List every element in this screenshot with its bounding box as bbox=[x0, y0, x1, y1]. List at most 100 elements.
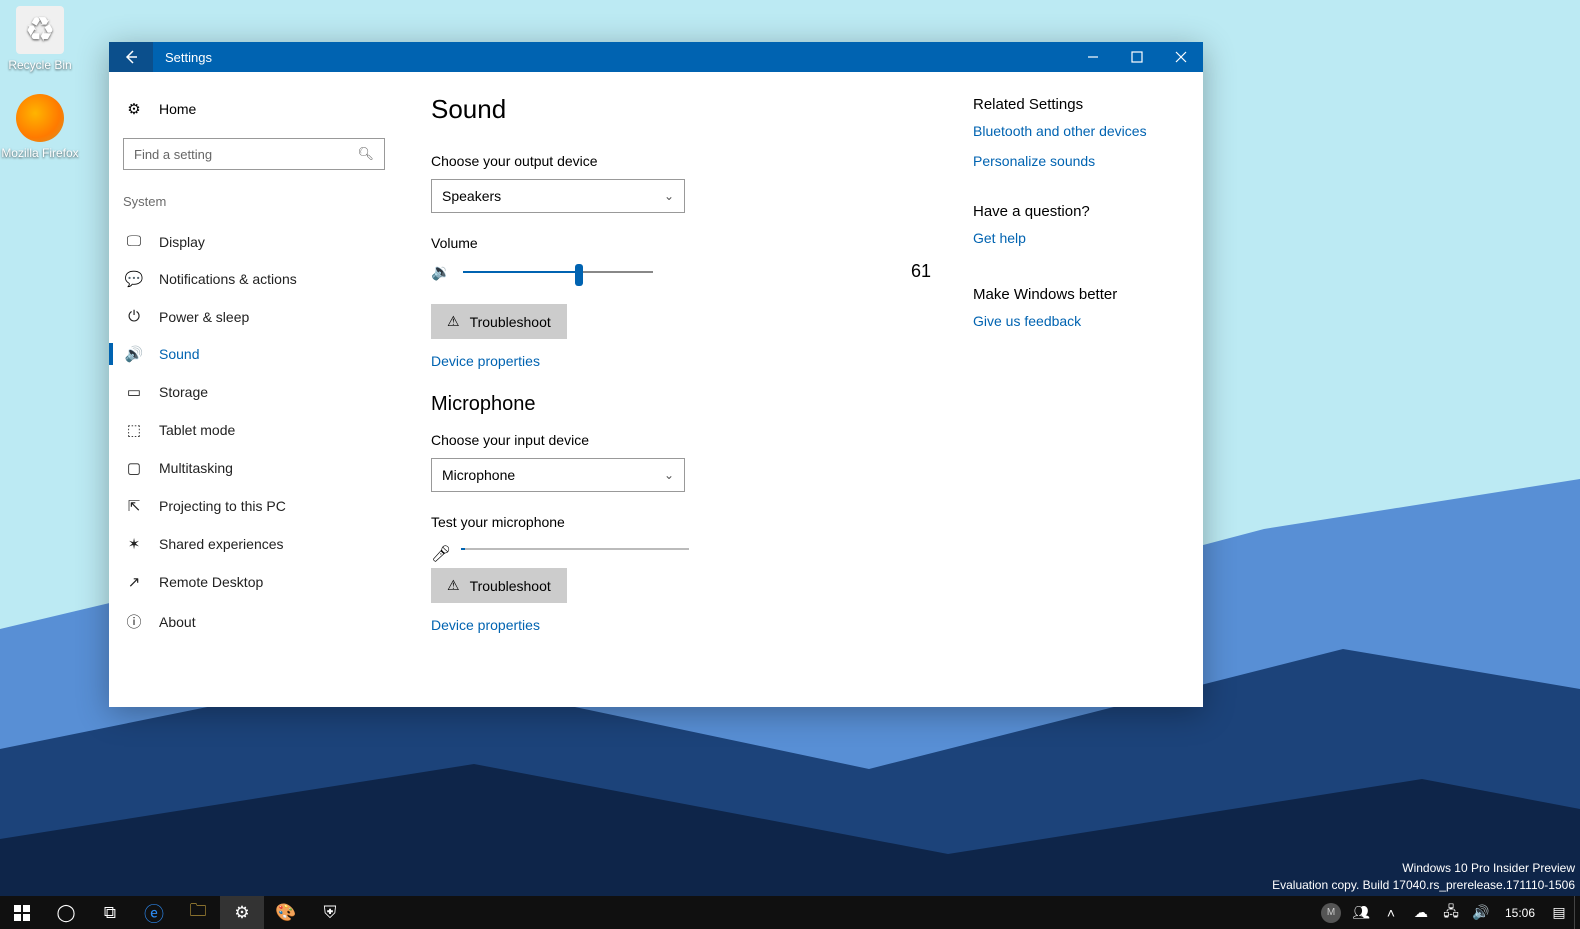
tray-volume[interactable]: 🔊 bbox=[1466, 896, 1496, 929]
taskbar-clock[interactable]: 15:06 bbox=[1496, 906, 1544, 920]
sidebar-item-label: Tablet mode bbox=[159, 422, 235, 438]
sidebar-home[interactable]: ⚙ Home bbox=[121, 94, 387, 132]
button-label: Troubleshoot bbox=[470, 314, 551, 330]
sidebar-item-about[interactable]: ⓘ About bbox=[121, 601, 387, 642]
desktop-icon-firefox[interactable]: Mozilla Firefox bbox=[0, 94, 80, 160]
input-troubleshoot-button[interactable]: ⚠ Troubleshoot bbox=[431, 568, 567, 603]
related-settings-heading: Related Settings bbox=[973, 96, 1171, 113]
back-button[interactable] bbox=[109, 42, 153, 72]
projecting-icon: ⇱ bbox=[125, 497, 143, 515]
settings-window: Settings ⚙ Home Find a setting 🔍︎ System… bbox=[109, 42, 1203, 707]
slider-thumb[interactable] bbox=[575, 264, 583, 286]
storage-icon: ▭ bbox=[125, 383, 143, 401]
sidebar-item-multitasking[interactable]: ▢ Multitasking bbox=[121, 449, 387, 487]
volume-value: 61 bbox=[911, 261, 951, 282]
start-button[interactable] bbox=[0, 896, 44, 929]
minimize-button[interactable] bbox=[1071, 42, 1115, 72]
sidebar-item-display[interactable]: 🖵 Display bbox=[121, 223, 387, 260]
edge-icon: ⓔ bbox=[144, 898, 164, 927]
window-titlebar[interactable]: Settings bbox=[109, 42, 1203, 72]
chevron-down-icon: ⌄ bbox=[664, 189, 674, 203]
taskbar-people[interactable]: 👥︎ bbox=[1346, 896, 1376, 929]
sidebar-home-label: Home bbox=[159, 101, 196, 117]
windows-icon bbox=[14, 905, 30, 921]
tray-network[interactable]: 🖧 bbox=[1436, 896, 1466, 929]
slider-fill bbox=[463, 271, 579, 273]
taskbar-app-explorer[interactable]: 🗀 bbox=[176, 896, 220, 929]
shield-icon: ⛨ bbox=[324, 903, 337, 923]
sidebar-item-projecting[interactable]: ⇱ Projecting to this PC bbox=[121, 487, 387, 525]
task-view-button[interactable]: ⧉ bbox=[88, 896, 132, 929]
output-troubleshoot-button[interactable]: ⚠ Troubleshoot bbox=[431, 304, 567, 339]
page-title: Sound bbox=[431, 94, 951, 125]
sidebar-item-tablet-mode[interactable]: ⬚ Tablet mode bbox=[121, 411, 387, 449]
settings-content: Sound Choose your output device Speakers… bbox=[399, 72, 1203, 707]
input-device-properties-link[interactable]: Device properties bbox=[431, 617, 540, 633]
settings-sidebar: ⚙ Home Find a setting 🔍︎ System 🖵 Displa… bbox=[109, 72, 399, 707]
taskbar-app-edge[interactable]: ⓔ bbox=[132, 896, 176, 929]
taskbar-app-settings[interactable]: ⚙ bbox=[220, 896, 264, 929]
folder-icon: 🗀 bbox=[190, 898, 207, 927]
output-device-properties-link[interactable]: Device properties bbox=[431, 353, 540, 369]
question-heading: Have a question? bbox=[973, 203, 1171, 220]
input-device-label: Choose your input device bbox=[431, 432, 951, 448]
sidebar-item-label: About bbox=[159, 614, 196, 630]
search-placeholder: Find a setting bbox=[134, 147, 212, 162]
sidebar-item-label: Power & sleep bbox=[159, 309, 249, 325]
task-view-icon: ⧉ bbox=[104, 903, 116, 923]
output-device-dropdown[interactable]: Speakers ⌄ bbox=[431, 179, 685, 213]
search-icon: 🔍︎ bbox=[357, 146, 374, 162]
taskbar-user[interactable]: M bbox=[1316, 896, 1346, 929]
taskbar-app-defender[interactable]: ⛨ bbox=[308, 896, 352, 929]
volume-icon: 🔊 bbox=[1472, 904, 1489, 921]
circle-icon: ◯ bbox=[56, 903, 75, 923]
cortana-button[interactable]: ◯ bbox=[44, 896, 88, 929]
sidebar-item-power[interactable]: ⏻ Power & sleep bbox=[121, 298, 387, 335]
paint-icon: 🎨 bbox=[275, 903, 296, 923]
sidebar-item-label: Display bbox=[159, 234, 205, 250]
dropdown-value: Speakers bbox=[442, 188, 501, 204]
sound-icon: 🔊 bbox=[125, 345, 143, 363]
sidebar-item-label: Remote Desktop bbox=[159, 574, 263, 590]
multitasking-icon: ▢ bbox=[125, 459, 143, 477]
sidebar-item-label: Storage bbox=[159, 384, 208, 400]
feedback-link[interactable]: Give us feedback bbox=[973, 313, 1081, 329]
input-device-dropdown[interactable]: Microphone ⌄ bbox=[431, 458, 685, 492]
sidebar-item-storage[interactable]: ▭ Storage bbox=[121, 373, 387, 411]
personalize-sounds-link[interactable]: Personalize sounds bbox=[973, 153, 1171, 169]
desktop-icon-recycle-bin[interactable]: ♻ Recycle Bin bbox=[0, 6, 80, 72]
info-icon: ⓘ bbox=[125, 611, 143, 632]
search-input[interactable]: Find a setting 🔍︎ bbox=[123, 138, 385, 170]
bluetooth-link[interactable]: Bluetooth and other devices bbox=[973, 123, 1171, 139]
action-center-button[interactable]: ▤ bbox=[1544, 896, 1574, 929]
shared-icon: ✶ bbox=[125, 535, 143, 553]
maximize-button[interactable] bbox=[1115, 42, 1159, 72]
firefox-icon bbox=[16, 94, 64, 142]
sidebar-item-notifications[interactable]: 💬 Notifications & actions bbox=[121, 260, 387, 298]
sidebar-item-sound[interactable]: 🔊 Sound bbox=[121, 335, 387, 373]
sidebar-item-label: Notifications & actions bbox=[159, 271, 297, 287]
get-help-link[interactable]: Get help bbox=[973, 230, 1026, 246]
output-device-label: Choose your output device bbox=[431, 153, 951, 169]
speaker-icon[interactable]: 🔉 bbox=[431, 262, 451, 282]
show-desktop-button[interactable] bbox=[1574, 896, 1580, 929]
action-center-icon: ▤ bbox=[1552, 904, 1565, 921]
power-icon: ⏻ bbox=[125, 308, 143, 325]
sidebar-item-shared-experiences[interactable]: ✶ Shared experiences bbox=[121, 525, 387, 563]
taskbar: ◯ ⧉ ⓔ 🗀 ⚙ 🎨 ⛨ M 👥︎ ˄ ☁ 🖧 🔊 15:06 ▤ bbox=[0, 896, 1580, 929]
volume-slider[interactable] bbox=[463, 271, 653, 273]
close-icon bbox=[1175, 51, 1187, 63]
sidebar-item-label: Sound bbox=[159, 346, 199, 362]
sidebar-section-label: System bbox=[121, 192, 387, 223]
sidebar-item-remote-desktop[interactable]: ↗ Remote Desktop bbox=[121, 563, 387, 601]
close-button[interactable] bbox=[1159, 42, 1203, 72]
warning-icon: ⚠ bbox=[447, 313, 460, 330]
tray-onedrive[interactable]: ☁ bbox=[1406, 896, 1436, 929]
microphone-icon: 🎤︎ bbox=[431, 544, 451, 564]
maximize-icon bbox=[1131, 51, 1143, 63]
taskbar-app-paint[interactable]: 🎨 bbox=[264, 896, 308, 929]
desktop-icon-label: Recycle Bin bbox=[8, 58, 71, 72]
remote-desktop-icon: ↗ bbox=[125, 573, 143, 591]
people-icon: 👥︎ bbox=[1352, 904, 1370, 921]
tray-overflow[interactable]: ˄ bbox=[1376, 896, 1406, 929]
